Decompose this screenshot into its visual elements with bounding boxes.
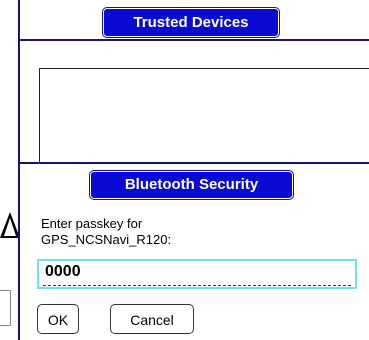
cancel-button[interactable]: Cancel: [110, 304, 194, 334]
trusted-devices-title: Trusted Devices: [103, 8, 279, 37]
bluetooth-security-dialog: Bluetooth Security Enter passkey for GPS…: [18, 162, 369, 340]
passkey-underline: [43, 285, 351, 286]
passkey-prompt: Enter passkey for GPS_NCSNavi_R120:: [41, 216, 171, 248]
prompt-line-2: GPS_NCSNavi_R120:: [41, 232, 172, 247]
title-separator: [18, 39, 369, 41]
dialog-title: Bluetooth Security: [90, 171, 293, 199]
passkey-value: 0000: [45, 263, 81, 280]
prompt-line-1: Enter passkey for: [41, 216, 143, 231]
up-arrow-icon: [0, 212, 20, 238]
partial-button: [0, 290, 11, 326]
passkey-input[interactable]: 0000: [37, 259, 357, 289]
ok-button[interactable]: OK: [37, 304, 79, 334]
